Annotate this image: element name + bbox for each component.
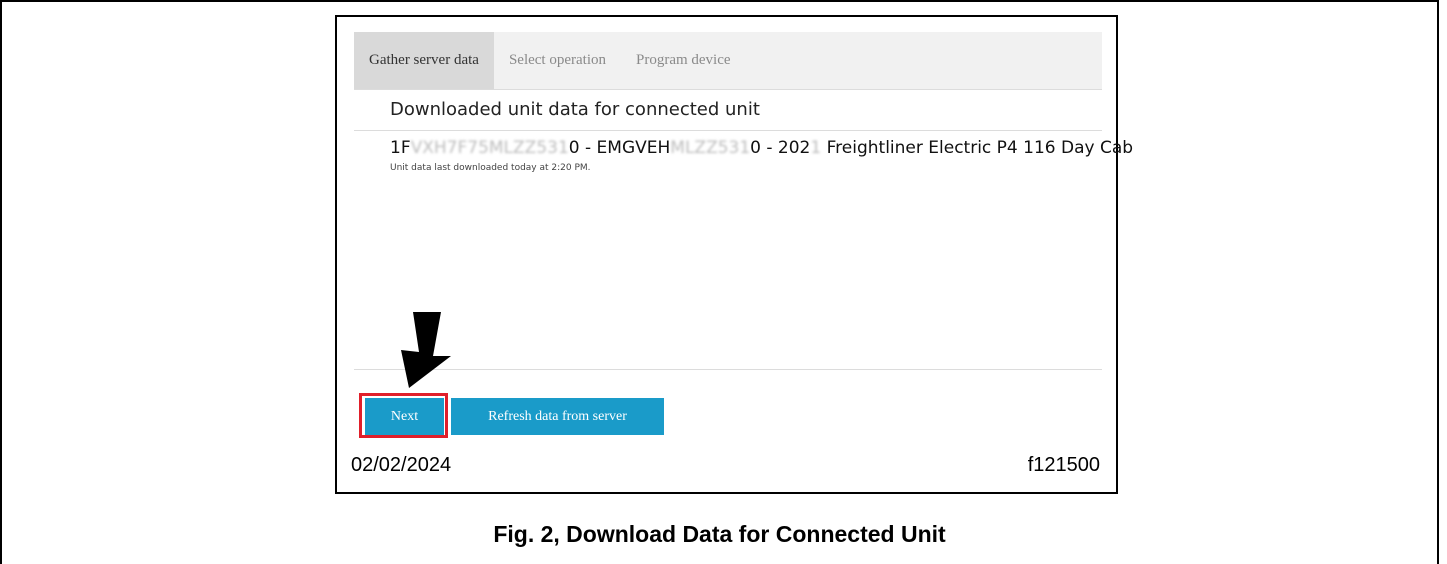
vin-redacted: VXH7F75MLZZ531 <box>410 138 569 158</box>
tab-bar: Gather server data Select operation Prog… <box>354 32 1102 89</box>
divider <box>354 89 1102 90</box>
next-highlight-box <box>359 393 448 438</box>
id-suffix: 0 - 202 <box>750 138 811 158</box>
figure-caption: Fig. 2, Download Data for Connected Unit <box>493 521 946 547</box>
last-downloaded-text: Unit data last downloaded today at 2:20 … <box>390 163 591 173</box>
tab-program-device[interactable]: Program device <box>621 32 746 89</box>
figure-code: f121500 <box>1027 454 1100 476</box>
vin-prefix: 1F <box>390 138 411 158</box>
section-heading: Downloaded unit data for connected unit <box>390 99 760 120</box>
id-redacted: MLZZ531 <box>670 138 751 158</box>
refresh-data-button[interactable]: Refresh data from server <box>451 398 664 435</box>
year-redacted: 1 <box>810 138 822 158</box>
figure-date: 02/02/2024 <box>351 454 452 476</box>
tab-select-operation[interactable]: Select operation <box>494 32 621 89</box>
divider <box>354 369 1102 370</box>
divider <box>354 130 1102 131</box>
unit-model: Freightliner Electric P4 116 Day Cab <box>821 138 1134 158</box>
vin-suffix: 0 - EMGVEH <box>568 138 671 158</box>
unit-description[interactable]: 1FVXH7F75MLZZ5310 - EMGVEHMLZZ5310 - 202… <box>390 138 1133 158</box>
figure-box: Gather server data Select operation Prog… <box>335 15 1133 494</box>
pointer-arrow-icon <box>401 312 451 388</box>
tab-gather-server-data[interactable]: Gather server data <box>354 32 494 89</box>
